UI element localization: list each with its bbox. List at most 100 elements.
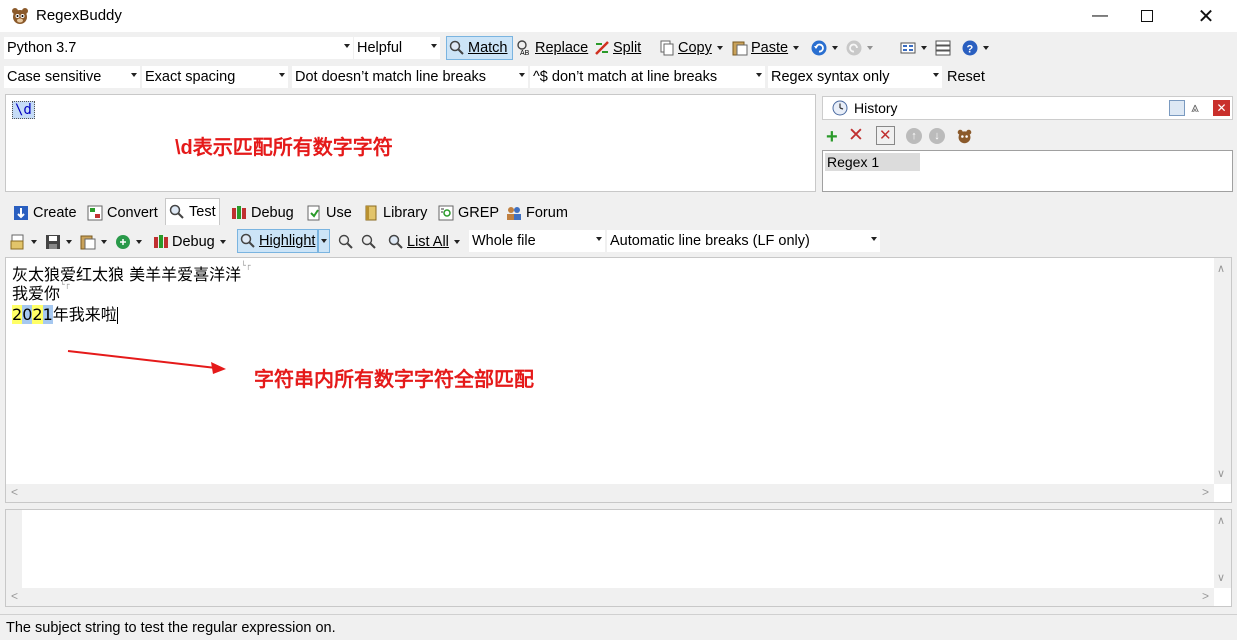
undo-button[interactable] — [811, 36, 838, 60]
history-clock-icon — [832, 100, 848, 116]
save-button[interactable] — [45, 230, 72, 254]
highlight-dropdown[interactable] — [318, 229, 330, 253]
scroll-left-icon[interactable]: < — [11, 485, 18, 499]
scroll-up-icon[interactable]: ∧ — [1217, 262, 1225, 275]
minimize-button[interactable]: — — [1077, 0, 1123, 32]
chevron-down-icon — [431, 44, 437, 48]
delete-icon[interactable]: ✕ — [848, 126, 864, 146]
case-select[interactable]: Case sensitive — [4, 66, 140, 88]
scope-select[interactable]: Whole file — [469, 230, 605, 252]
chevron-down-icon — [344, 44, 350, 48]
close-panel-icon[interactable]: ✕ — [1213, 100, 1230, 116]
tab-debug[interactable]: Debug — [228, 201, 297, 225]
previous-match-button[interactable] — [338, 230, 354, 254]
paste-label: Paste — [751, 40, 789, 56]
history-title: History — [854, 100, 898, 116]
scroll-down-icon[interactable]: ∨ — [1217, 467, 1225, 480]
list-all-label: List All — [407, 234, 449, 250]
buddy-icon[interactable] — [956, 128, 973, 145]
chevron-down-icon — [219, 240, 226, 244]
tab-grep[interactable]: GREP — [435, 201, 502, 225]
tab-use[interactable]: Use — [303, 201, 355, 225]
chevron-down-icon — [832, 46, 838, 50]
line-3-rest-text: 年我来啦 — [52, 305, 117, 324]
tab-convert[interactable]: Convert — [84, 201, 161, 225]
tab-library[interactable]: Library — [360, 201, 430, 225]
flavor-select[interactable]: Python 3.7 — [4, 37, 353, 59]
tab-label: Test — [189, 204, 216, 220]
results-horizontal-scrollbar[interactable]: < > — [6, 588, 1214, 606]
paste-button[interactable]: Paste — [732, 36, 800, 60]
tab-create[interactable]: Create — [10, 201, 80, 225]
flavor-value: Python 3.7 — [7, 40, 77, 56]
highlight-button[interactable]: Highlight — [237, 229, 318, 253]
chevron-down-icon — [933, 73, 939, 77]
move-up-icon[interactable]: ↑ — [906, 128, 922, 144]
maximize-button[interactable] — [1124, 0, 1170, 32]
paste-icon — [80, 235, 96, 250]
layout-button[interactable] — [900, 36, 927, 60]
move-down-icon[interactable]: ↓ — [929, 128, 945, 144]
mode-select[interactable]: Helpful — [354, 37, 440, 59]
history-list[interactable]: Regex 1 — [822, 150, 1233, 192]
syntax-select[interactable]: Regex syntax only — [768, 66, 942, 88]
reset-button[interactable]: Reset — [947, 65, 985, 89]
scroll-right-icon[interactable]: > — [1202, 589, 1209, 603]
open-button[interactable] — [10, 230, 37, 254]
anchors-select[interactable]: ^$ don’t match at line breaks — [530, 66, 765, 88]
close-button[interactable]: ✕ — [1183, 0, 1229, 32]
grid-layout-icon — [900, 42, 916, 54]
results-vertical-scrollbar[interactable]: ∧ ∨ — [1214, 510, 1231, 588]
tab-test[interactable]: Test — [165, 198, 220, 225]
line-breaks-select[interactable]: Automatic line breaks (LF only) — [607, 230, 880, 252]
help-icon: ? — [962, 40, 978, 56]
title-bar: RegexBuddy — ✕ — [0, 0, 1237, 32]
copy-button[interactable]: Copy — [659, 36, 723, 60]
match-button[interactable]: Match — [446, 36, 513, 60]
chevron-down-icon — [793, 46, 800, 50]
debug-icon — [154, 235, 168, 248]
panels-button[interactable] — [935, 36, 951, 60]
scroll-left-icon[interactable]: < — [11, 589, 18, 603]
scroll-right-icon[interactable]: > — [1202, 485, 1209, 499]
split-button[interactable]: Split — [594, 36, 641, 60]
dot-select[interactable]: Dot doesn’t match line breaks — [292, 66, 528, 88]
paste-subject-button[interactable] — [80, 230, 107, 254]
results-panel[interactable]: ∧ ∨ < > — [5, 509, 1232, 607]
line-breaks-value: Automatic line breaks (LF only) — [610, 233, 810, 249]
horizontal-scrollbar[interactable]: < > — [6, 484, 1214, 502]
web-button[interactable] — [115, 230, 142, 254]
tab-forum[interactable]: Forum — [503, 201, 571, 225]
debug-button[interactable]: Debug — [153, 230, 226, 254]
help-button[interactable]: ? — [962, 36, 989, 60]
dot-value: Dot doesn’t match line breaks — [295, 69, 487, 85]
chevron-down-icon — [983, 46, 989, 50]
annotation-arrow-icon — [67, 350, 226, 374]
vertical-scrollbar[interactable]: ∧ ∨ — [1214, 258, 1231, 484]
regex-annotation: \d表示匹配所有数字字符 — [175, 137, 393, 159]
undo-icon — [811, 40, 827, 56]
delete-all-icon[interactable]: ✕ — [876, 126, 895, 145]
chevron-down-icon — [279, 73, 285, 77]
replace-button[interactable]: AB Replace — [516, 36, 588, 60]
add-icon[interactable]: + — [826, 127, 838, 147]
spacing-select[interactable]: Exact spacing — [142, 66, 288, 88]
chevron-down-icon — [131, 73, 137, 77]
match-highlight: 1 — [42, 305, 53, 324]
list-all-button[interactable]: List All — [388, 230, 460, 254]
chevron-down-icon — [716, 46, 723, 50]
regex-editor[interactable]: \d \d表示匹配所有数字字符 — [5, 94, 816, 192]
grep-icon — [438, 205, 454, 221]
next-match-button[interactable] — [361, 230, 377, 254]
redo-button[interactable] — [846, 36, 873, 60]
test-subject-editor[interactable]: 灰太狼爱红太狼 美羊羊爱喜洋洋└┌ 我爱你└┌ 2021年我来啦 字符串内所有数… — [5, 257, 1232, 503]
highlight-label: Highlight — [259, 233, 316, 249]
scroll-up-icon[interactable]: ∧ — [1217, 514, 1225, 527]
scroll-down-icon[interactable]: ∨ — [1217, 571, 1225, 584]
match-highlight: 2 — [32, 305, 43, 324]
debug-icon — [232, 206, 246, 219]
pin-icon[interactable]: ⩓ — [1191, 99, 1199, 116]
history-item[interactable]: Regex 1 — [825, 153, 920, 171]
redo-icon — [846, 40, 862, 56]
restore-panel-icon[interactable] — [1169, 100, 1185, 116]
